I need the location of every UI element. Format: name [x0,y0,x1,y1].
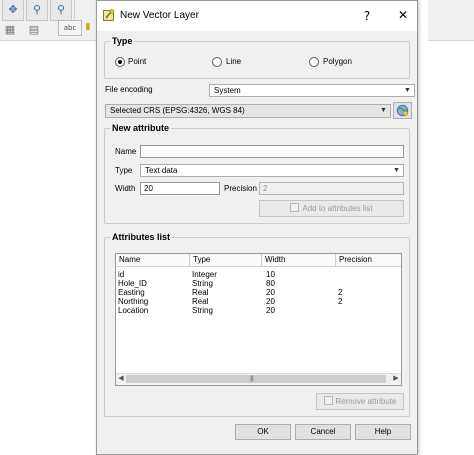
cancel-button[interactable]: Cancel [295,424,351,440]
radio-polygon[interactable] [309,57,319,67]
cell-type: String [192,279,213,288]
add-to-attributes-button[interactable]: Add to attributes list [259,200,404,217]
new-attribute-group-title: New attribute [110,123,172,134]
type-group: Type [104,36,410,79]
column-header-name[interactable]: Name [116,254,190,267]
remove-attribute-button[interactable]: Remove attribute [316,393,404,410]
help-button[interactable]: Help [355,424,411,440]
width-label: Width [115,184,136,193]
radio-polygon-label: Polygon [323,57,352,66]
attribute-type-value: Text data [145,166,178,175]
cell-type: Real [192,297,209,306]
cell-type: Integer [192,270,217,279]
precision-input[interactable]: 2 [259,182,404,195]
add-attribute-icon [290,203,300,213]
label-tool-icon[interactable]: abc [58,20,82,36]
file-encoding-select[interactable]: System ▼ [209,84,415,97]
cell-width: 10 [266,270,275,279]
zoom-out-icon[interactable]: ⚲ [50,0,72,21]
radio-point-label: Point [128,57,147,66]
type-group-title: Type [110,36,135,47]
scroll-left-icon[interactable]: ◀ [116,374,126,384]
cell-name: Hole_ID [118,279,147,288]
type-label: Type [115,166,133,175]
close-button[interactable]: ✕ [395,6,411,24]
width-input[interactable]: 20 [140,182,220,195]
cell-name: Northing [118,297,149,306]
ok-button[interactable]: OK [235,424,291,440]
radio-point[interactable] [115,57,125,67]
cell-width: 20 [266,297,275,306]
background-right-toolbar [428,0,474,41]
radio-line-label: Line [226,57,242,66]
crs-selector-button[interactable] [393,102,412,119]
column-header-type[interactable]: Type [190,254,262,267]
dialog-title: New Vector Layer [120,10,199,21]
globe-icon [396,104,409,117]
cell-precision: 2 [338,288,343,297]
attributes-list-group-title: Attributes list [110,232,173,243]
new-layer-icon [103,9,115,21]
background-toolbar: ✥ ⚲ ⚲ ▦ ▤ abc ▮ [0,0,96,41]
chevron-down-icon: ▼ [380,107,387,114]
cell-width: 80 [266,279,275,288]
precision-label: Precision [224,184,257,193]
chevron-down-icon: ▼ [404,87,411,94]
column-header-width[interactable]: Width [262,254,336,267]
title-bar[interactable]: New Vector Layer ? ✕ [97,1,417,31]
remove-attribute-icon [323,396,333,406]
cell-type: String [192,306,213,315]
map-canvas [0,41,96,455]
remove-attribute-label: Remove attribute [335,397,397,406]
move-tool-icon[interactable]: ✥ [2,0,24,21]
cell-name: Easting [118,288,145,297]
cell-width: 20 [266,306,275,315]
scrollbar-thumb[interactable]: ||||| [126,375,386,383]
name-input[interactable] [140,145,404,158]
cell-type: Real [192,288,209,297]
chevron-down-icon: ▼ [393,167,400,174]
background-right [418,0,474,455]
add-to-attributes-label: Add to attributes list [302,204,373,213]
new-vector-layer-dialog: New Vector Layer ? ✕ Type Point Line Pol… [96,0,418,455]
layer-icon[interactable]: ▦ [0,20,20,38]
scroll-right-icon[interactable]: ▶ [391,374,401,384]
crs-select[interactable]: Selected CRS (EPSG:4326, WGS 84) ▼ [105,104,391,118]
cell-width: 20 [266,288,275,297]
file-encoding-label: File encoding [105,85,153,94]
grip-icon: ||||| [250,376,254,382]
attribute-type-select[interactable]: Text data ▼ [140,164,404,177]
cell-name: Location [118,306,149,315]
name-label: Name [115,147,137,156]
horizontal-scrollbar[interactable]: ◀ ||||| ▶ [116,373,401,385]
file-encoding-value: System [214,86,241,95]
help-title-button[interactable]: ? [359,7,375,25]
attributes-table[interactable]: Name Type Width Precision id Integer 10 … [115,253,402,386]
crs-value: Selected CRS (EPSG:4326, WGS 84) [110,106,245,115]
cell-precision: 2 [338,297,343,306]
label-highlight-icon[interactable]: ▮ [82,20,94,34]
radio-line[interactable] [212,57,222,67]
column-header-precision[interactable]: Precision [336,254,401,267]
clipboard-icon[interactable]: ▤ [24,20,44,38]
zoom-tool-icon[interactable]: ⚲ [26,0,48,21]
cell-name: id [118,270,125,279]
